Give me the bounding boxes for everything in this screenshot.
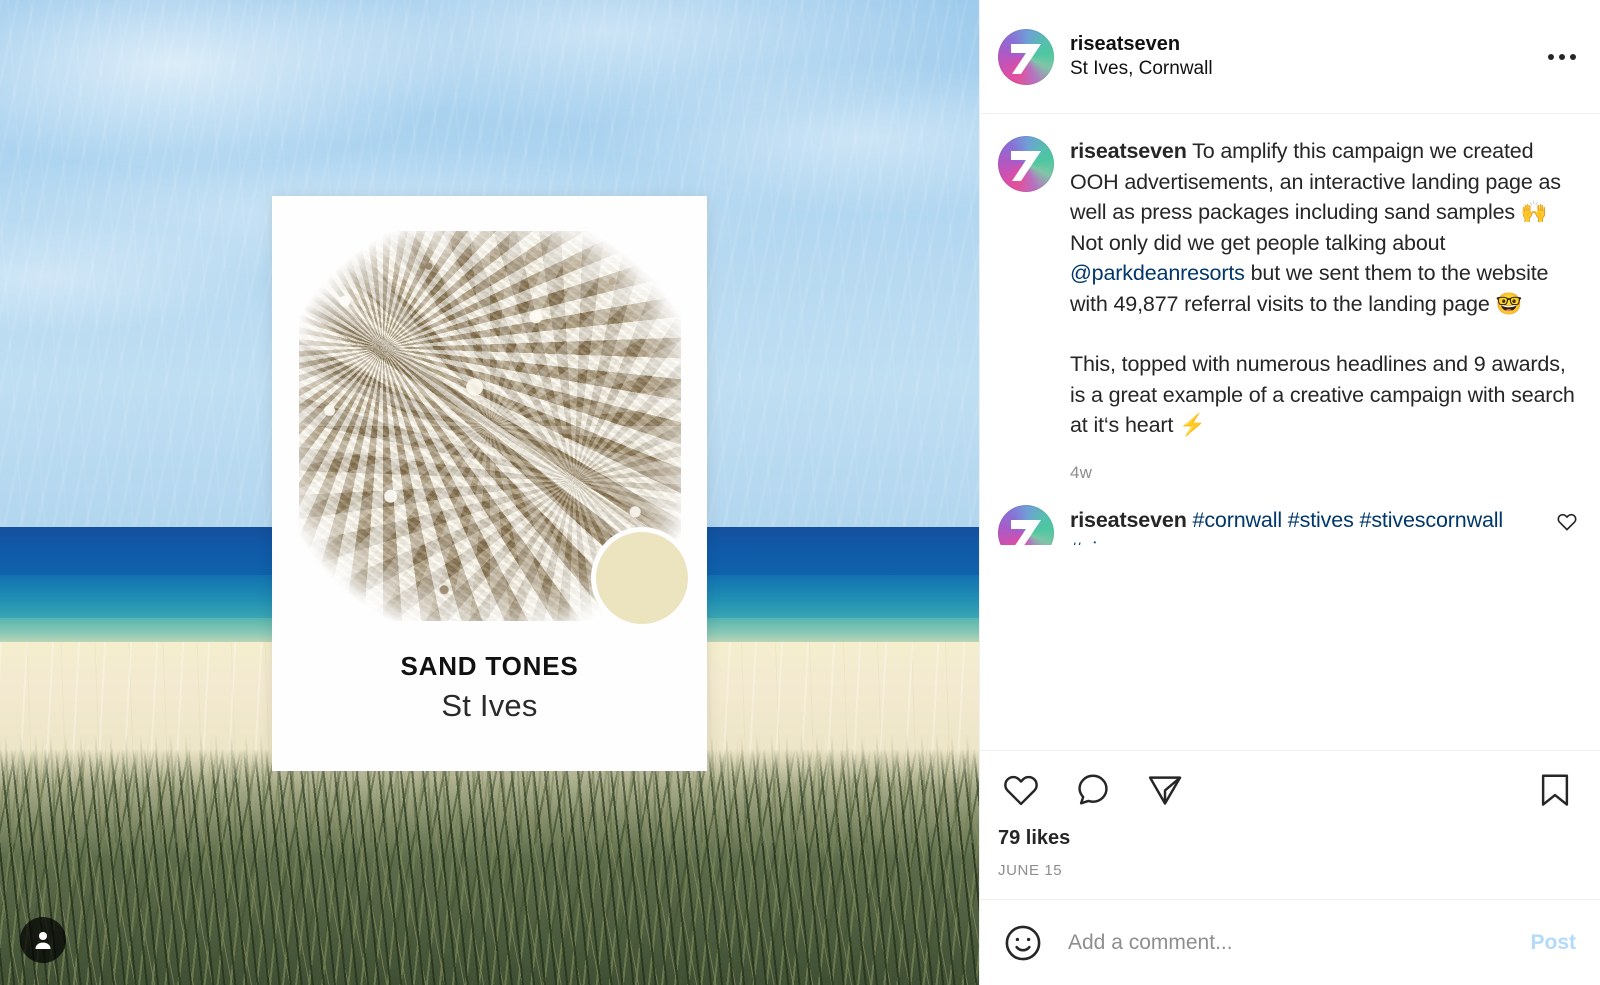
caption-body: riseatseven To amplify this campaign we … <box>1070 136 1578 483</box>
action-bar <box>980 751 1600 821</box>
person-icon <box>35 932 51 949</box>
save-button[interactable] <box>1532 767 1578 813</box>
comment-body: riseatseven #cornwall #stives #stivescor… <box>1070 505 1544 545</box>
dot-3-icon <box>1570 53 1576 60</box>
marram-grass-layer <box>0 748 979 985</box>
add-comment-bar: Post <box>980 899 1600 985</box>
post-header: riseatseven St Ives, Cornwall <box>980 0 1600 114</box>
color-swatch-circle <box>596 532 688 624</box>
caption-paragraph-2: This, topped with numerous headlines and… <box>1070 352 1575 437</box>
riseatseven-logo-icon <box>1011 151 1041 181</box>
riseatseven-logo-icon <box>1011 519 1041 545</box>
dot-1-icon <box>1548 53 1554 60</box>
poster-subtitle: St Ives <box>441 688 538 723</box>
post-details-panel: riseatseven St Ives, Cornwall riseatseve… <box>979 0 1600 985</box>
comment-like-button[interactable] <box>1556 505 1578 538</box>
post-author-username[interactable]: riseatseven <box>1070 33 1213 55</box>
sand-tones-poster: SAND TONES St Ives <box>272 196 707 771</box>
caption-text: riseatseven To amplify this campaign we … <box>1070 136 1578 319</box>
emoji-picker-button[interactable] <box>998 918 1048 968</box>
comment-avatar[interactable] <box>998 504 1054 545</box>
more-options-button[interactable] <box>1542 44 1582 70</box>
post-media[interactable]: SAND TONES St Ives <box>0 0 979 985</box>
caption-block: riseatseven To amplify this campaign we … <box>980 114 1600 483</box>
share-icon <box>1148 776 1182 805</box>
caption-timestamp: 4w <box>1070 462 1093 482</box>
caption-author[interactable]: riseatseven <box>1070 139 1187 163</box>
comment-text: riseatseven #cornwall #stives #stivescor… <box>1070 505 1544 545</box>
comment-author[interactable]: riseatseven <box>1070 508 1187 532</box>
comment-icon <box>1078 774 1108 805</box>
likes-count[interactable]: 79 likes <box>980 821 1600 850</box>
poster-title: SAND TONES <box>400 651 579 681</box>
heart-icon <box>1557 513 1577 531</box>
like-button[interactable] <box>998 767 1044 813</box>
comments-scroll-area[interactable]: riseatseven To amplify this campaign we … <box>980 114 1600 750</box>
comment-input[interactable] <box>1068 930 1529 955</box>
instagram-post-screen: SAND TONES St Ives riseatseven St Ives, … <box>0 0 1600 985</box>
riseatseven-logo-icon <box>1011 43 1041 74</box>
tagged-users-badge[interactable] <box>20 917 66 963</box>
avatar[interactable] <box>998 28 1054 85</box>
post-location[interactable]: St Ives, Cornwall <box>1070 58 1213 80</box>
dot-2-icon <box>1559 53 1565 60</box>
smiley-icon <box>1005 925 1041 960</box>
heart-icon <box>1004 775 1038 806</box>
post-comment-button[interactable]: Post <box>1528 925 1578 961</box>
caption-avatar[interactable] <box>998 136 1054 192</box>
post-actions-section: 79 likes JUNE 15 <box>980 750 1600 899</box>
comment-button[interactable] <box>1070 767 1116 813</box>
post-header-text: riseatseven St Ives, Cornwall <box>1070 33 1213 80</box>
comment-hashtags-line-1[interactable]: #cornwall #stives <box>1193 508 1354 532</box>
bookmark-icon <box>1541 774 1569 806</box>
caption-paragraph-gap <box>1070 319 1578 349</box>
caption-mention[interactable]: @parkdeanresorts <box>1070 261 1245 285</box>
share-button[interactable] <box>1142 767 1188 813</box>
comment-item: riseatseven #cornwall #stives #stivescor… <box>980 483 1600 545</box>
post-date: JUNE 15 <box>998 862 1063 879</box>
